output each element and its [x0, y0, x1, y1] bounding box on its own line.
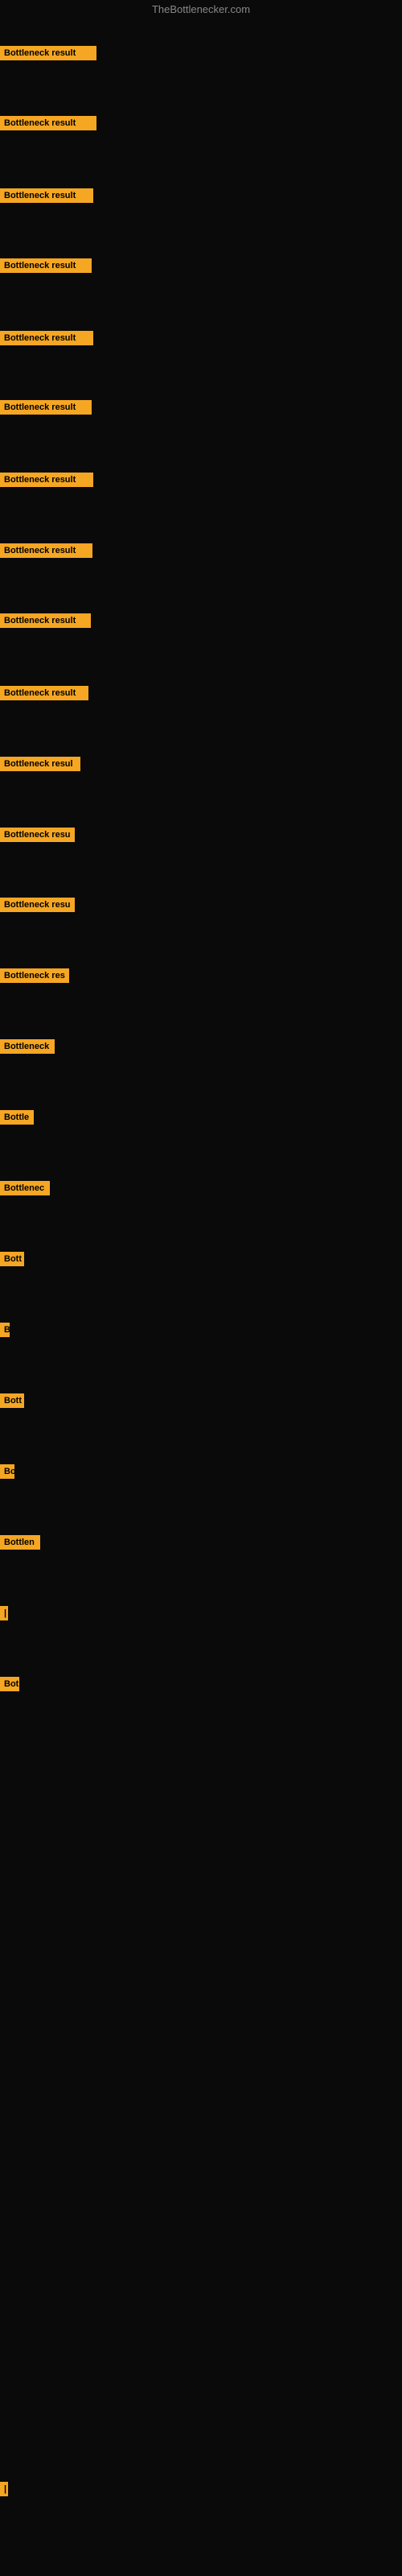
bottleneck-badge: | [0, 1606, 8, 1620]
bottleneck-badge: Bottlenec [0, 1181, 50, 1195]
bottleneck-badge: Bottleneck result [0, 331, 93, 345]
bottleneck-badge: Bottleneck [0, 1039, 55, 1054]
bottleneck-badge: Bott [0, 1252, 24, 1266]
bottleneck-badge: Bottleneck result [0, 400, 92, 415]
bottleneck-badge: Bot [0, 1677, 19, 1691]
bottleneck-badge: Bottleneck result [0, 473, 93, 487]
bottleneck-badge: Bottleneck resul [0, 757, 80, 771]
bottleneck-badge: Bottle [0, 1110, 34, 1125]
bottleneck-badge: Bottleneck resu [0, 898, 75, 912]
bottleneck-badge: Bottleneck result [0, 543, 92, 558]
bottleneck-badge: Bo [0, 1464, 14, 1479]
bottleneck-badge: Bottleneck result [0, 188, 93, 203]
bottleneck-badge: Bottleneck result [0, 258, 92, 273]
bottleneck-badge: Bottleneck result [0, 116, 96, 130]
bottleneck-badge: Bottleneck res [0, 968, 69, 983]
bottleneck-badge: Bott [0, 1393, 24, 1408]
bottleneck-badge: Bottleneck result [0, 613, 91, 628]
bottleneck-badge: Bottleneck resu [0, 828, 75, 842]
site-title: TheBottlenecker.com [0, 3, 402, 15]
bottleneck-badge: Bottleneck result [0, 686, 88, 700]
bottleneck-badge: Bottlen [0, 1535, 40, 1550]
bottleneck-badge: B [0, 1323, 10, 1337]
bottleneck-badge: | [0, 2482, 8, 2496]
bottleneck-badge: Bottleneck result [0, 46, 96, 60]
